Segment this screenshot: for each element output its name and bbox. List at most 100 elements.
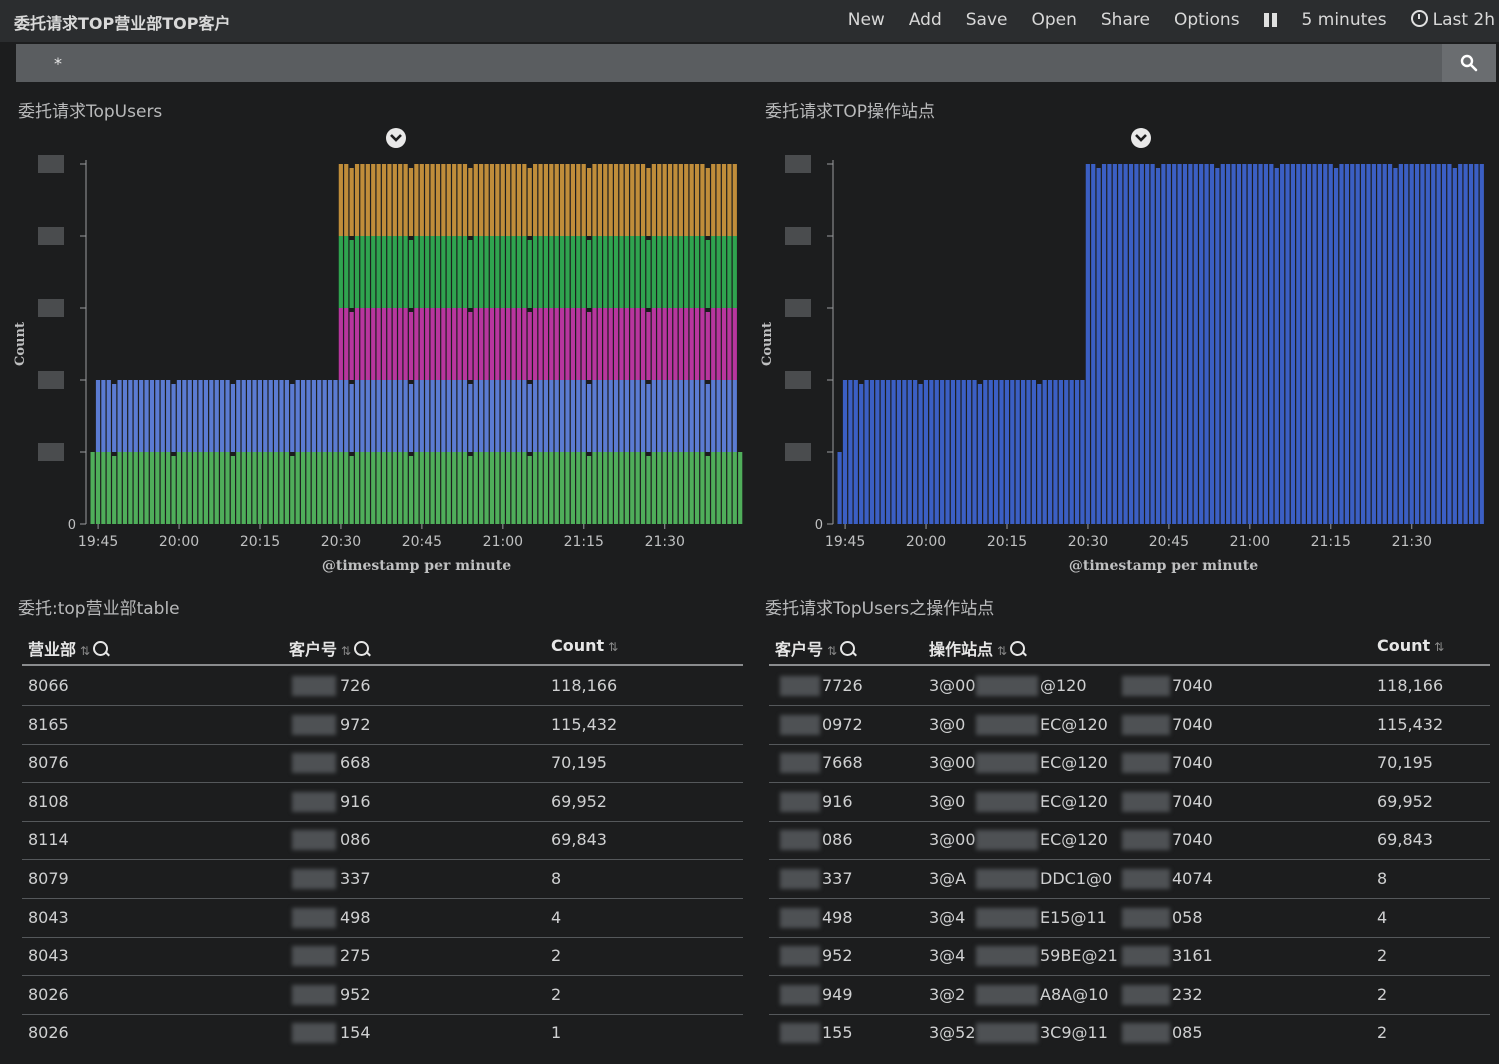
bar-segment[interactable] xyxy=(376,164,381,236)
bar-segment[interactable] xyxy=(896,380,902,524)
bar-segment[interactable] xyxy=(284,380,289,452)
bar-segment[interactable] xyxy=(166,380,171,452)
sort-icon[interactable]: ⇅ xyxy=(997,644,1007,658)
bar-segment[interactable] xyxy=(603,236,608,308)
bar-segment[interactable] xyxy=(1274,168,1279,524)
bar-segment[interactable] xyxy=(619,164,624,236)
bar-segment[interactable] xyxy=(689,452,694,524)
bar-segment[interactable] xyxy=(462,380,468,452)
bar-segment[interactable] xyxy=(479,452,484,524)
bar-segment[interactable] xyxy=(705,168,710,236)
bar-segment[interactable] xyxy=(1382,164,1387,524)
bar-segment[interactable] xyxy=(360,164,365,236)
bar-segment[interactable] xyxy=(473,236,478,308)
bar-segment[interactable] xyxy=(522,452,527,524)
bar-segment[interactable] xyxy=(1226,164,1231,524)
bar-segment[interactable] xyxy=(408,240,414,308)
bar-segment[interactable] xyxy=(586,168,592,236)
bar-segment[interactable] xyxy=(236,452,241,524)
bar-segment[interactable] xyxy=(837,452,842,524)
bar-segment[interactable] xyxy=(290,456,295,524)
bar-segment[interactable] xyxy=(306,380,311,452)
bar-segment[interactable] xyxy=(317,452,322,524)
bar-segment[interactable] xyxy=(338,236,343,308)
bar-segment[interactable] xyxy=(560,308,565,380)
bar-segment[interactable] xyxy=(705,312,710,380)
bar-segment[interactable] xyxy=(721,164,727,236)
bar-segment[interactable] xyxy=(435,380,441,452)
bar-segment[interactable] xyxy=(506,164,511,236)
bar-segment[interactable] xyxy=(646,168,651,236)
bar-segment[interactable] xyxy=(241,380,246,452)
bar-segment[interactable] xyxy=(586,384,592,452)
bar-segment[interactable] xyxy=(1431,164,1436,524)
bar-segment[interactable] xyxy=(300,452,306,524)
bar-segment[interactable] xyxy=(581,380,586,452)
bar-segment[interactable] xyxy=(171,456,176,524)
bar-segment[interactable] xyxy=(1458,164,1463,524)
bar-segment[interactable] xyxy=(1236,164,1242,524)
bar-segment[interactable] xyxy=(999,380,1004,524)
bar-segment[interactable] xyxy=(538,452,543,524)
bar-segment[interactable] xyxy=(446,308,451,380)
bar-segment[interactable] xyxy=(727,452,732,524)
bar-segment[interactable] xyxy=(684,164,689,236)
bar-segment[interactable] xyxy=(689,308,694,380)
bar-segment[interactable] xyxy=(1463,164,1468,524)
bar-segment[interactable] xyxy=(392,308,397,380)
bar-segment[interactable] xyxy=(549,452,554,524)
bar-segment[interactable] xyxy=(176,380,182,452)
bar-segment[interactable] xyxy=(381,308,387,380)
bar-segment[interactable] xyxy=(1479,164,1484,524)
bar-segment[interactable] xyxy=(678,452,683,524)
bar-segment[interactable] xyxy=(543,380,549,452)
bar-segment[interactable] xyxy=(1366,164,1371,524)
bar-segment[interactable] xyxy=(101,452,106,524)
bar-segment[interactable] xyxy=(193,380,198,452)
bar-segment[interactable] xyxy=(721,236,727,308)
bar-segment[interactable] xyxy=(209,452,214,524)
bar-segment[interactable] xyxy=(640,236,646,308)
bar-segment[interactable] xyxy=(338,308,343,380)
bar-segment[interactable] xyxy=(689,236,694,308)
bar-segment[interactable] xyxy=(624,164,629,236)
bar-segment[interactable] xyxy=(387,308,392,380)
bar-segment[interactable] xyxy=(144,452,149,524)
bar-segment[interactable] xyxy=(662,236,667,308)
bar-segment[interactable] xyxy=(635,452,640,524)
bar-segment[interactable] xyxy=(988,380,993,524)
bar-segment[interactable] xyxy=(360,380,365,452)
bar-segment[interactable] xyxy=(662,164,667,236)
bar-segment[interactable] xyxy=(176,452,182,524)
bar-segment[interactable] xyxy=(392,164,397,236)
bar-segment[interactable] xyxy=(705,240,710,308)
bar-segment[interactable] xyxy=(684,308,689,380)
bar-segment[interactable] xyxy=(187,452,192,524)
bar-segment[interactable] xyxy=(543,308,549,380)
bar-segment[interactable] xyxy=(452,452,457,524)
bar-segment[interactable] xyxy=(581,164,586,236)
bar-segment[interactable] xyxy=(166,452,171,524)
bar-segment[interactable] xyxy=(155,452,160,524)
bar-segment[interactable] xyxy=(603,308,608,380)
bar-segment[interactable] xyxy=(398,164,403,236)
bar-segment[interactable] xyxy=(533,308,538,380)
bar-segment[interactable] xyxy=(327,452,333,524)
bar-segment[interactable] xyxy=(489,452,495,524)
bar-segment[interactable] xyxy=(408,168,414,236)
filter-search-icon[interactable] xyxy=(354,641,370,656)
bar-segment[interactable] xyxy=(403,308,408,380)
bar-segment[interactable] xyxy=(640,308,646,380)
bar-segment[interactable] xyxy=(1053,380,1058,524)
bar-segment[interactable] xyxy=(95,380,101,452)
bar-segment[interactable] xyxy=(694,380,700,452)
bar-segment[interactable] xyxy=(945,380,950,524)
bar-segment[interactable] xyxy=(435,164,441,236)
bar-segment[interactable] xyxy=(236,380,241,452)
bar-segment[interactable] xyxy=(414,164,419,236)
bar-segment[interactable] xyxy=(349,456,354,524)
bar-segment[interactable] xyxy=(533,236,538,308)
bar-segment[interactable] xyxy=(705,456,710,524)
bar-segment[interactable] xyxy=(923,380,929,524)
bar-segment[interactable] xyxy=(468,240,473,308)
